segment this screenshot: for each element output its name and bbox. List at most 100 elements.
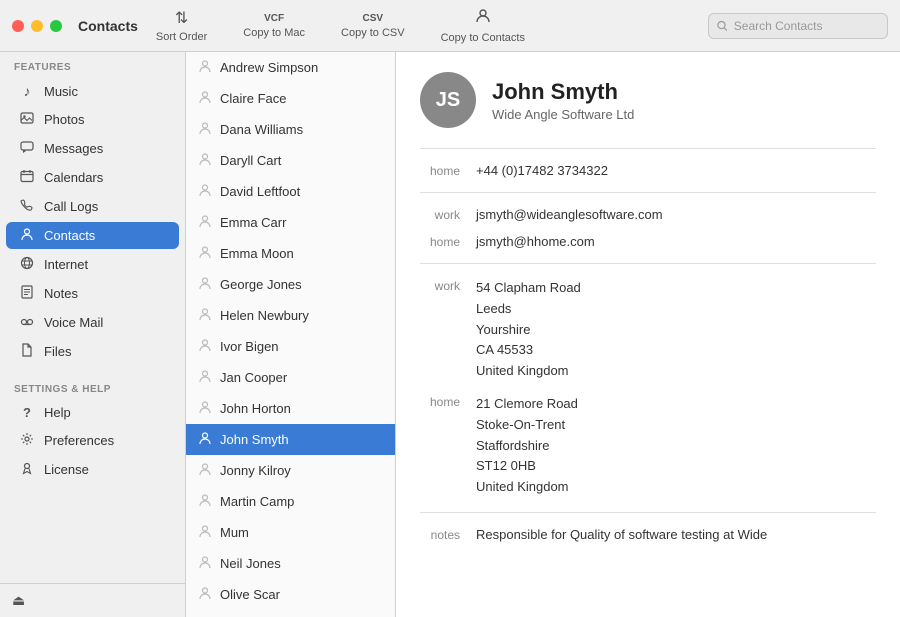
person-icon [198, 493, 212, 510]
contact-list-item[interactable]: David Leftfoot [186, 176, 395, 207]
contact-list-item[interactable]: Helen Newbury [186, 300, 395, 331]
search-input[interactable] [734, 19, 879, 33]
contact-name: Emma Moon [220, 246, 294, 261]
eject-icon[interactable]: ⏏ [12, 592, 25, 608]
toolbar: ⇅ Sort Order VCF Copy to Mac CSV Copy to… [138, 4, 888, 48]
contact-list-item[interactable]: Martin Camp [186, 486, 395, 517]
maximize-button[interactable] [50, 20, 62, 32]
sort-order-button[interactable]: ⇅ Sort Order [138, 4, 225, 47]
contact-list: Andrew SimpsonClaire FaceDana Williams Da… [186, 52, 396, 617]
address-home-street: 21 Clemore Road [476, 396, 578, 411]
search-box[interactable] [708, 13, 888, 39]
sidebar-item-preferences[interactable]: Preferences [6, 427, 179, 454]
close-button[interactable] [12, 20, 24, 32]
sidebar-item-photos-label: Photos [44, 112, 84, 127]
sidebar-item-license[interactable]: License [6, 456, 179, 483]
person-icon [198, 369, 212, 386]
sort-order-label: Sort Order [156, 31, 207, 43]
license-icon [18, 461, 36, 478]
sidebar-item-help[interactable]: ? Help [6, 400, 179, 425]
address-home-city: Stoke-On-Trent [476, 417, 565, 432]
person-icon [198, 59, 212, 76]
person-icon [198, 307, 212, 324]
person-icon [198, 524, 212, 541]
notes-row: notes Responsible for Quality of softwar… [420, 521, 876, 548]
notes-value: Responsible for Quality of software test… [476, 527, 876, 542]
detail-name: John Smyth [492, 79, 634, 105]
contact-list-item[interactable]: George Jones [186, 269, 395, 300]
copy-to-csv-button[interactable]: CSV Copy to CSV [323, 9, 423, 43]
contact-name: Martin Camp [220, 494, 294, 509]
sidebar-item-notes[interactable]: Notes [6, 280, 179, 307]
sidebar-item-files[interactable]: Files [6, 338, 179, 365]
sidebar-item-calendars-label: Calendars [44, 170, 103, 185]
music-icon: ♪ [18, 83, 36, 99]
email-home-value: jsmyth@hhome.com [476, 234, 876, 249]
sidebar-item-internet[interactable]: Internet [6, 251, 179, 278]
settings-section-label: Settings & Help [0, 374, 185, 399]
help-icon: ? [18, 405, 36, 420]
email-work-label: work [420, 207, 460, 222]
titlebar: Contacts ⇅ Sort Order VCF Copy to Mac CS… [0, 0, 900, 52]
sidebar-item-music-label: Music [44, 84, 78, 99]
main-layout: Features ♪ Music Photos Messages Calenda… [0, 52, 900, 617]
divider-1 [420, 148, 876, 149]
contact-list-item[interactable]: Daryll Cart [186, 145, 395, 176]
contact-list-item[interactable]: Andrew Simpson [186, 52, 395, 83]
contact-list-item[interactable]: John Smyth [186, 424, 395, 455]
contact-list-item[interactable]: Dana Williams [186, 114, 395, 145]
contact-list-item[interactable]: Paul Adams [186, 610, 395, 617]
contact-list-item[interactable]: Jonny Kilroy [186, 455, 395, 486]
sidebar-item-calendars[interactable]: Calendars [6, 164, 179, 191]
contact-list-item[interactable]: Emma Moon [186, 238, 395, 269]
sidebar-item-messages-label: Messages [44, 141, 103, 156]
contact-name: Daryll Cart [220, 153, 281, 168]
preferences-icon [18, 432, 36, 449]
copy-to-contacts-label: Copy to Contacts [441, 32, 525, 44]
sidebar-item-photos[interactable]: Photos [6, 106, 179, 133]
person-icon [198, 276, 212, 293]
contact-list-item[interactable]: Ivor Bigen [186, 331, 395, 362]
sidebar-item-call-logs[interactable]: Call Logs [6, 193, 179, 220]
call-logs-icon [18, 198, 36, 215]
person-icon [198, 183, 212, 200]
sidebar-item-voicemail[interactable]: Voice Mail [6, 309, 179, 336]
contact-name: George Jones [220, 277, 302, 292]
person-icon [198, 400, 212, 417]
contact-name: Jan Cooper [220, 370, 287, 385]
detail-company: Wide Angle Software Ltd [492, 107, 634, 122]
sidebar-item-music[interactable]: ♪ Music [6, 78, 179, 104]
email-work-value: jsmyth@wideanglesoftware.com [476, 207, 876, 222]
contact-name: Mum [220, 525, 249, 540]
sidebar-item-contacts[interactable]: Contacts [6, 222, 179, 249]
features-section-label: Features [0, 52, 185, 77]
address-work-value: 54 Clapham Road Leeds Yourshire CA 45533… [476, 278, 876, 382]
contact-name: Neil Jones [220, 556, 281, 571]
avatar: JS [420, 72, 476, 128]
contact-list-item[interactable]: Neil Jones [186, 548, 395, 579]
sidebar-item-preferences-label: Preferences [44, 433, 114, 448]
contact-list-item[interactable]: Olive Scar [186, 579, 395, 610]
contact-name: Olive Scar [220, 587, 280, 602]
contact-name: John Smyth [220, 432, 289, 447]
contact-list-item[interactable]: Emma Carr [186, 207, 395, 238]
copy-to-mac-button[interactable]: VCF Copy to Mac [225, 9, 323, 43]
phone-row: home +44 (0)17482 3734322 [420, 157, 876, 184]
person-icon [198, 431, 212, 448]
contact-list-item[interactable]: Jan Cooper [186, 362, 395, 393]
address-work-city: Leeds [476, 301, 511, 316]
contact-list-item[interactable]: John Horton [186, 393, 395, 424]
contact-list-item[interactable]: Mum [186, 517, 395, 548]
address-home-postcode: ST12 0HB [476, 458, 536, 473]
divider-2 [420, 192, 876, 193]
copy-to-contacts-button[interactable]: Copy to Contacts [423, 4, 543, 48]
detail-header: JS John Smyth Wide Angle Software Ltd [420, 72, 876, 128]
copy-to-csv-label: Copy to CSV [341, 27, 405, 39]
sidebar-item-notes-label: Notes [44, 286, 78, 301]
photos-icon [18, 111, 36, 128]
person-icon [198, 152, 212, 169]
sidebar-item-messages[interactable]: Messages [6, 135, 179, 162]
phone-value: +44 (0)17482 3734322 [476, 163, 876, 178]
contact-list-item[interactable]: Claire Face [186, 83, 395, 114]
minimize-button[interactable] [31, 20, 43, 32]
